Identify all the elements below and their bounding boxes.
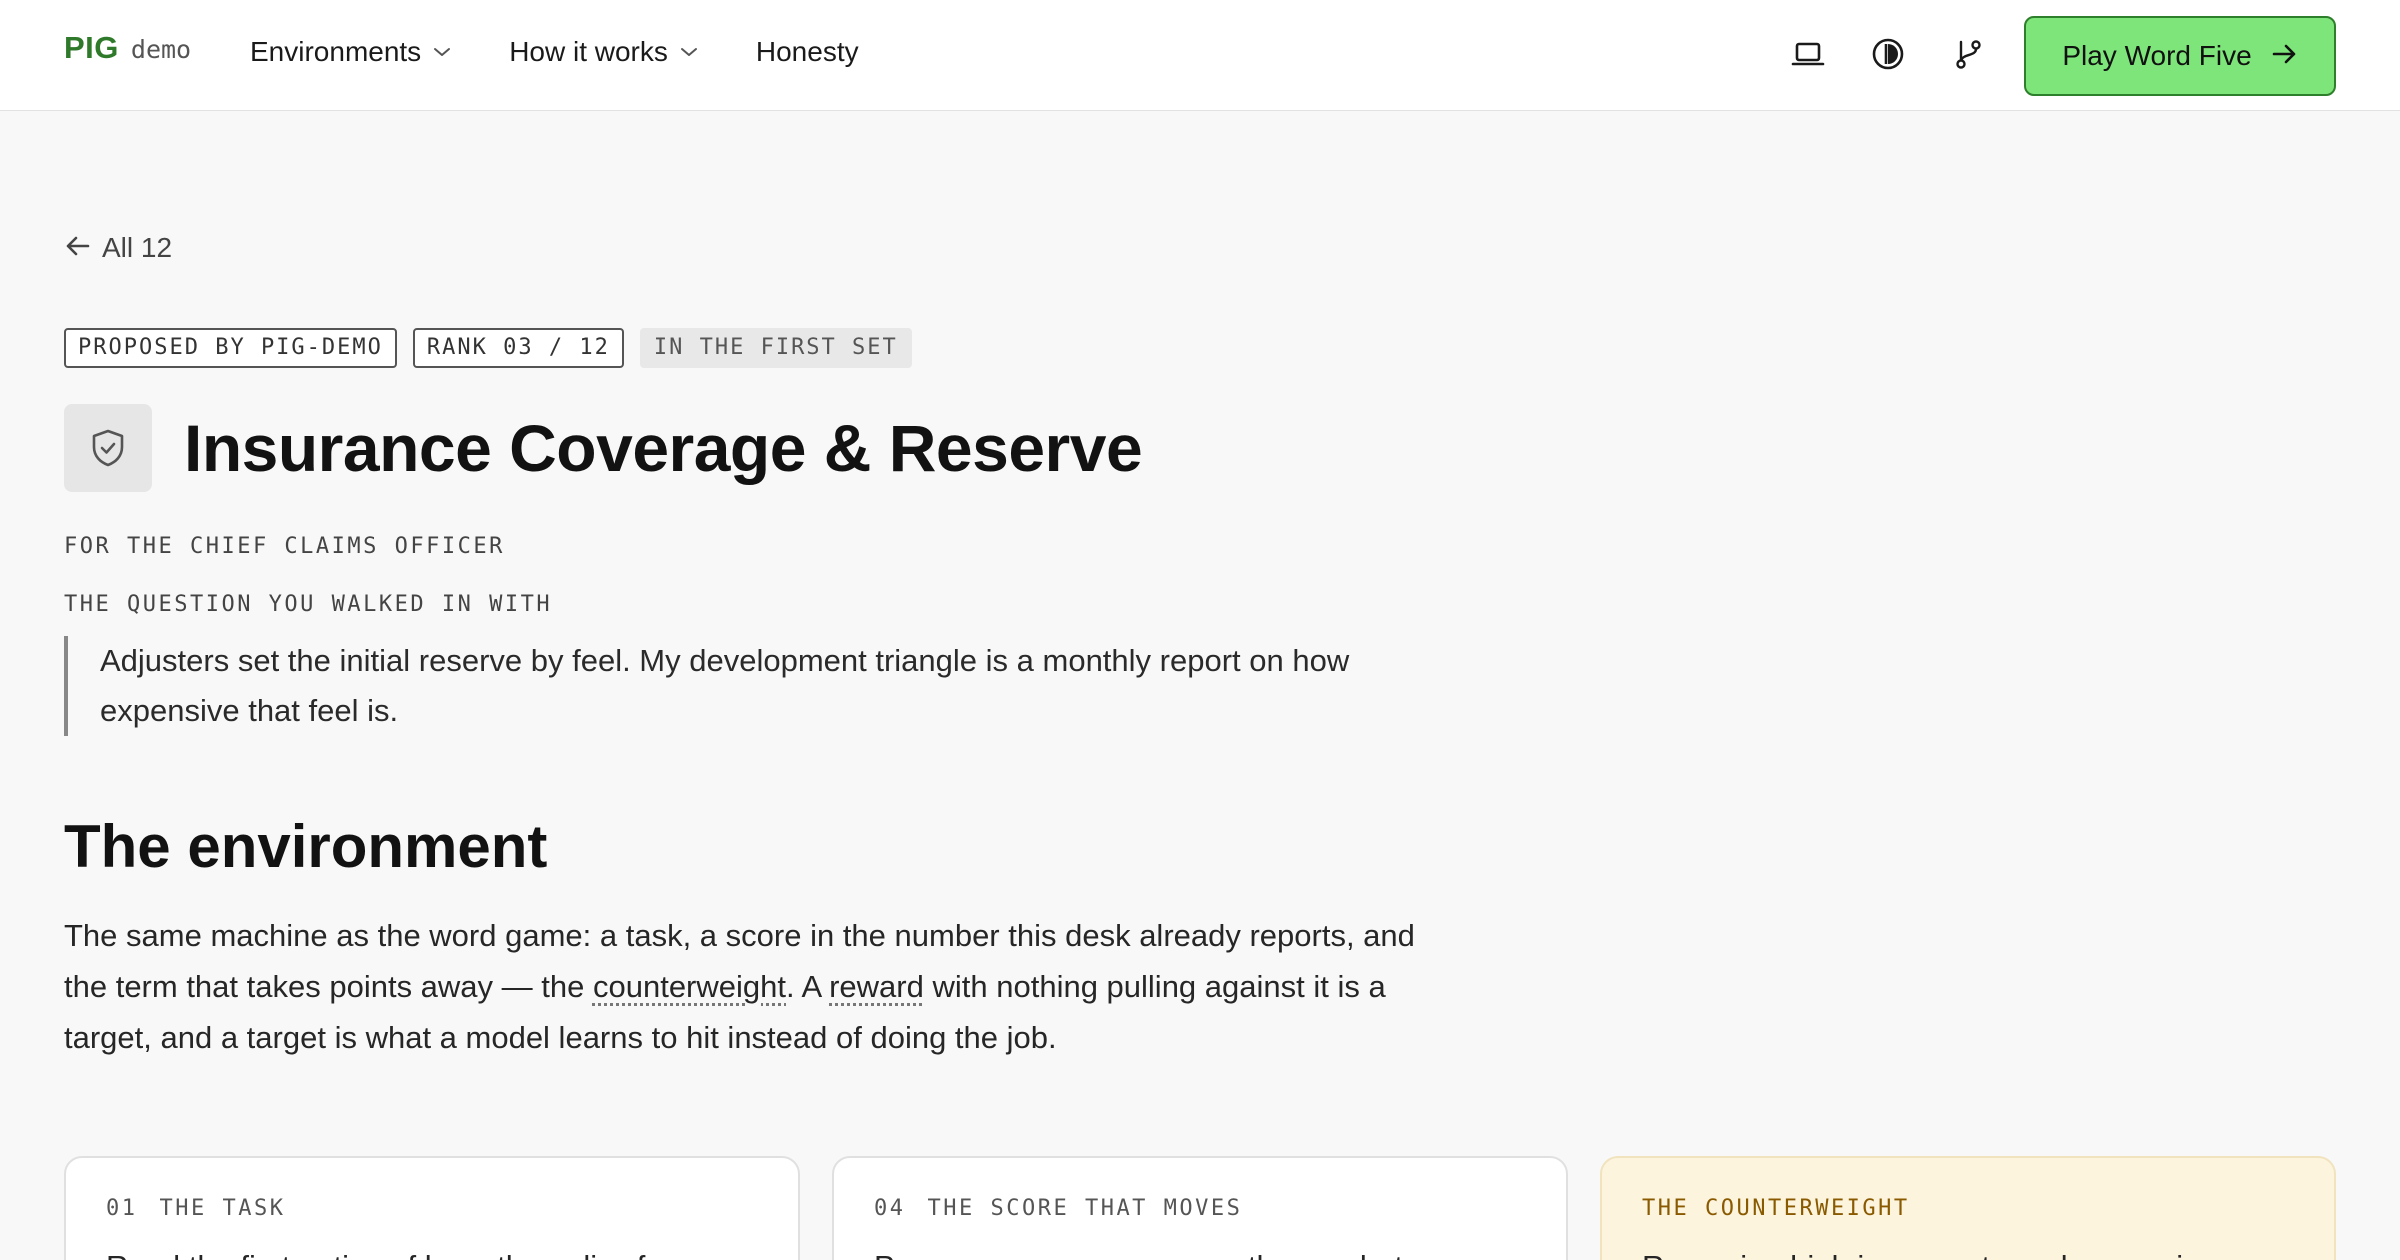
rank-badge: RANK 03 / 12 <box>413 328 624 368</box>
environment-section-title: The environment <box>64 812 547 881</box>
logo[interactable]: PIG demo <box>64 30 191 66</box>
main-nav: Environments How it works Honesty <box>250 36 859 68</box>
play-word-five-label: Play Word Five <box>2062 40 2251 72</box>
first-set-badge: IN THE FIRST SET <box>640 328 912 368</box>
title-row: Insurance Coverage & Reserve <box>64 404 1142 492</box>
arrow-left-icon <box>64 232 90 264</box>
environment-lead-paragraph: The same machine as the word game: a tas… <box>64 910 1434 1063</box>
card-kicker-label: THE COUNTERWEIGHT <box>1642 1196 1910 1221</box>
task-card: 01 THE TASK Read the first notice of los… <box>64 1156 800 1260</box>
nav-environments-label: Environments <box>250 36 421 68</box>
badge-row: PROPOSED BY PIG-DEMO RANK 03 / 12 IN THE… <box>64 328 912 368</box>
top-header: PIG demo Environments How it works Hones… <box>0 0 2400 111</box>
card-kicker: 01 THE TASK <box>106 1196 758 1221</box>
card-kicker-label: THE TASK <box>160 1196 286 1221</box>
back-link-label: All 12 <box>102 232 172 264</box>
card-number: 04 <box>874 1196 906 1221</box>
nav-environments[interactable]: Environments <box>250 36 451 68</box>
shield-check-icon <box>64 404 152 492</box>
laptop-icon[interactable] <box>1790 36 1826 72</box>
card-kicker: THE COUNTERWEIGHT <box>1642 1196 2294 1221</box>
score-card: 04 THE SCORE THAT MOVES Pays on reserve … <box>832 1156 1568 1260</box>
card-body: Reserving high is accurate and expensive <box>1642 1243 2294 1260</box>
chevron-down-icon <box>433 46 451 58</box>
counterweight-term[interactable]: counterweight <box>593 969 786 1004</box>
question-label: THE QUESTION YOU WALKED IN WITH <box>64 592 552 617</box>
card-body: Pays on reserve accuracy: the gap betwee… <box>874 1243 1526 1260</box>
page-title: Insurance Coverage & Reserve <box>184 410 1142 486</box>
header-icon-group <box>1790 36 1986 72</box>
nav-how-it-works-label: How it works <box>509 36 668 68</box>
lead-text-2: . A <box>786 969 829 1004</box>
card-kicker-label: THE SCORE THAT MOVES <box>928 1196 1243 1221</box>
reward-term[interactable]: reward <box>829 969 924 1004</box>
back-link[interactable]: All 12 <box>64 232 172 264</box>
nav-how-it-works[interactable]: How it works <box>509 36 698 68</box>
question-quote: Adjusters set the initial reserve by fee… <box>64 636 1394 736</box>
logo-mark: PIG <box>64 30 119 66</box>
play-word-five-button[interactable]: Play Word Five <box>2024 16 2336 96</box>
counterweight-card: THE COUNTERWEIGHT Reserving high is accu… <box>1600 1156 2336 1260</box>
card-number: 01 <box>106 1196 138 1221</box>
nav-honesty-label: Honesty <box>756 36 859 68</box>
logo-subtitle: demo <box>131 35 191 64</box>
proposed-by-badge: PROPOSED BY PIG-DEMO <box>64 328 397 368</box>
git-branch-icon[interactable] <box>1950 36 1986 72</box>
card-kicker: 04 THE SCORE THAT MOVES <box>874 1196 1526 1221</box>
chevron-down-icon <box>680 46 698 58</box>
audience-label: FOR THE CHIEF CLAIMS OFFICER <box>64 534 505 559</box>
card-body: Read the first notice of loss, the polic… <box>106 1243 758 1260</box>
theme-toggle-icon[interactable] <box>1870 36 1906 72</box>
arrow-right-icon <box>2272 40 2298 72</box>
nav-honesty[interactable]: Honesty <box>756 36 859 68</box>
